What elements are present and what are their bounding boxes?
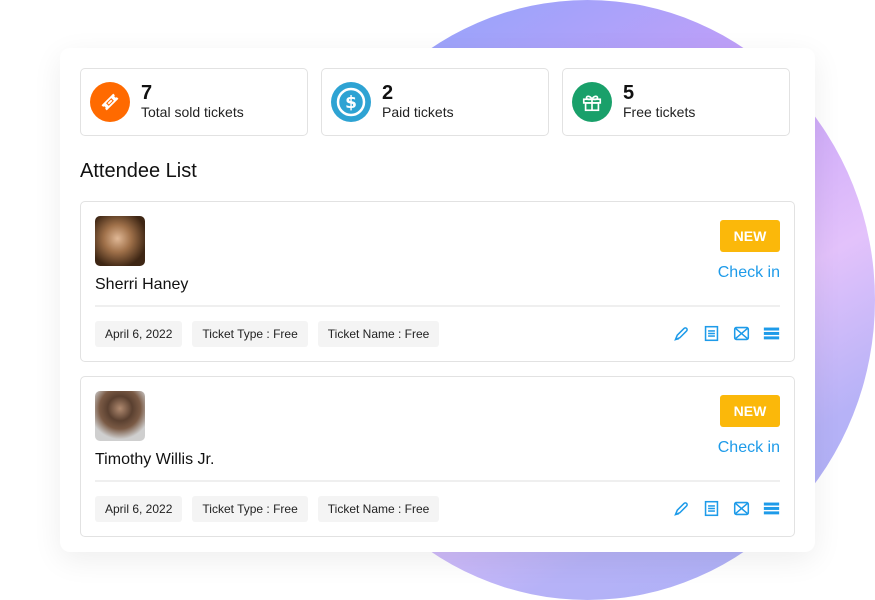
avatar: [95, 391, 145, 441]
date-chip: April 6, 2022: [95, 496, 183, 522]
dashboard-panel: 7 Total sold tickets $ 2 Paid tickets 5 …: [60, 48, 815, 552]
check-in-link[interactable]: Check in: [718, 439, 780, 457]
divider: [95, 305, 780, 307]
ticket-icon: [90, 82, 130, 122]
stat-paid: $ 2 Paid tickets: [321, 68, 549, 136]
stat-free: 5 Free tickets: [562, 68, 790, 136]
email-icon[interactable]: [733, 500, 750, 517]
stat-value: 2: [382, 82, 394, 104]
attendee-card: Sherri Haney NEW Check in April 6, 2022 …: [80, 201, 795, 362]
stat-value: 7: [141, 82, 153, 104]
stat-value: 5: [623, 82, 635, 104]
svg-text:$: $: [345, 93, 357, 113]
stat-total-sold: 7 Total sold tickets: [80, 68, 308, 136]
check-in-link[interactable]: Check in: [718, 264, 780, 282]
document-icon[interactable]: [703, 500, 720, 517]
attendee-list-title: Attendee List: [80, 160, 197, 182]
ticket-name-chip: Ticket Name : Free: [317, 496, 440, 522]
gift-icon: [572, 82, 612, 122]
document-icon[interactable]: [703, 325, 720, 342]
date-chip: April 6, 2022: [95, 321, 183, 347]
status-badge: NEW: [720, 395, 780, 427]
dollar-icon: $: [331, 82, 371, 122]
ticket-type-chip: Ticket Type : Free: [192, 496, 308, 522]
stat-label: Paid tickets: [382, 104, 454, 120]
stat-label: Total sold tickets: [141, 104, 244, 120]
menu-icon[interactable]: [763, 500, 780, 517]
edit-icon[interactable]: [673, 325, 690, 342]
stats-row: 7 Total sold tickets $ 2 Paid tickets 5 …: [80, 68, 790, 136]
ticket-type-chip: Ticket Type : Free: [192, 321, 308, 347]
status-badge: NEW: [720, 220, 780, 252]
avatar: [95, 216, 145, 266]
attendee-name: Sherri Haney: [95, 276, 189, 293]
stat-label: Free tickets: [623, 104, 696, 120]
divider: [95, 480, 780, 482]
email-icon[interactable]: [733, 325, 750, 342]
ticket-name-chip: Ticket Name : Free: [317, 321, 440, 347]
edit-icon[interactable]: [673, 500, 690, 517]
menu-icon[interactable]: [763, 325, 780, 342]
attendee-card: Timothy Willis Jr. NEW Check in April 6,…: [80, 376, 795, 537]
attendee-name: Timothy Willis Jr.: [95, 451, 215, 468]
